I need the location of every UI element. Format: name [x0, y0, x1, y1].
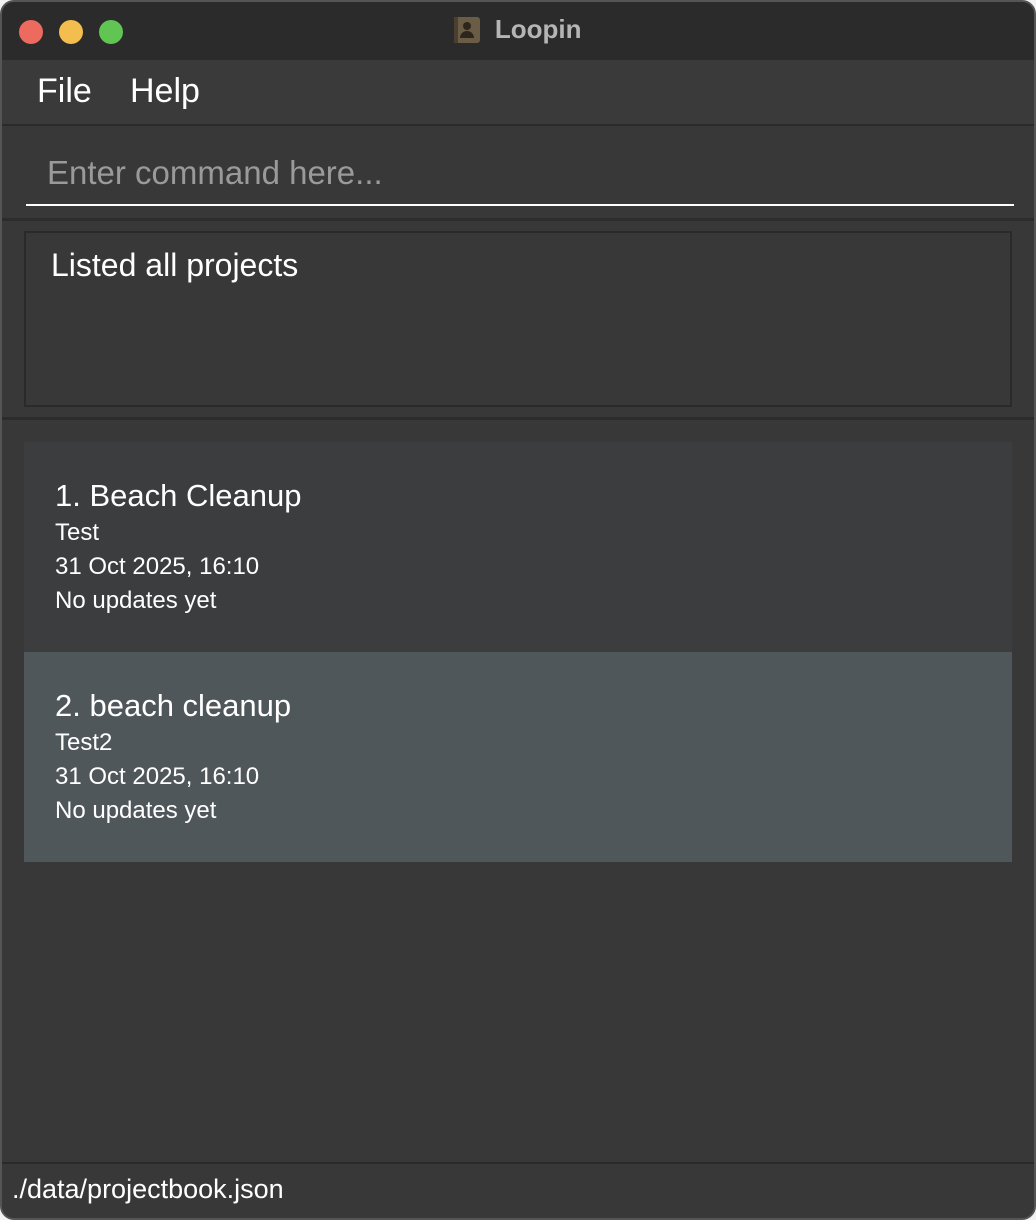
project-datetime: 31 Oct 2025, 16:10 — [55, 763, 260, 790]
project-updates: No updates yet — [55, 797, 217, 824]
app-window: Loopin File Help Listed all projects 1. … — [0, 0, 1036, 1220]
command-box — [2, 126, 1034, 221]
project-card-selected[interactable]: 2. beach cleanup Test2 31 Oct 2025, 16:1… — [24, 652, 1012, 862]
result-display-panel: Listed all projects — [2, 221, 1034, 420]
data-file-path: ./data/projectbook.json — [12, 1174, 284, 1204]
menu-help[interactable]: Help — [130, 72, 200, 111]
command-input[interactable] — [26, 142, 1014, 206]
project-description: Test — [55, 519, 100, 546]
project-card[interactable]: 1. Beach Cleanup Test 31 Oct 2025, 16:10… — [24, 442, 1012, 652]
project-datetime: 31 Oct 2025, 16:10 — [55, 553, 260, 580]
window-title-group: Loopin — [2, 14, 1034, 46]
menu-bar: File Help — [2, 60, 1034, 126]
result-display[interactable]: Listed all projects — [24, 231, 1012, 407]
project-updates: No updates yet — [55, 587, 217, 614]
project-list[interactable]: 1. Beach Cleanup Test 31 Oct 2025, 16:10… — [2, 420, 1034, 1166]
window-title: Loopin — [494, 14, 582, 44]
status-bar: ./data/projectbook.json — [2, 1162, 1034, 1218]
result-message: Listed all projects — [51, 247, 299, 283]
contact-book-icon — [454, 16, 481, 43]
title-bar[interactable]: Loopin — [2, 2, 1034, 62]
project-name: 2. beach cleanup — [55, 688, 292, 723]
menu-file[interactable]: File — [37, 72, 92, 111]
project-name: 1. Beach Cleanup — [55, 478, 302, 513]
project-description: Test2 — [55, 729, 113, 756]
